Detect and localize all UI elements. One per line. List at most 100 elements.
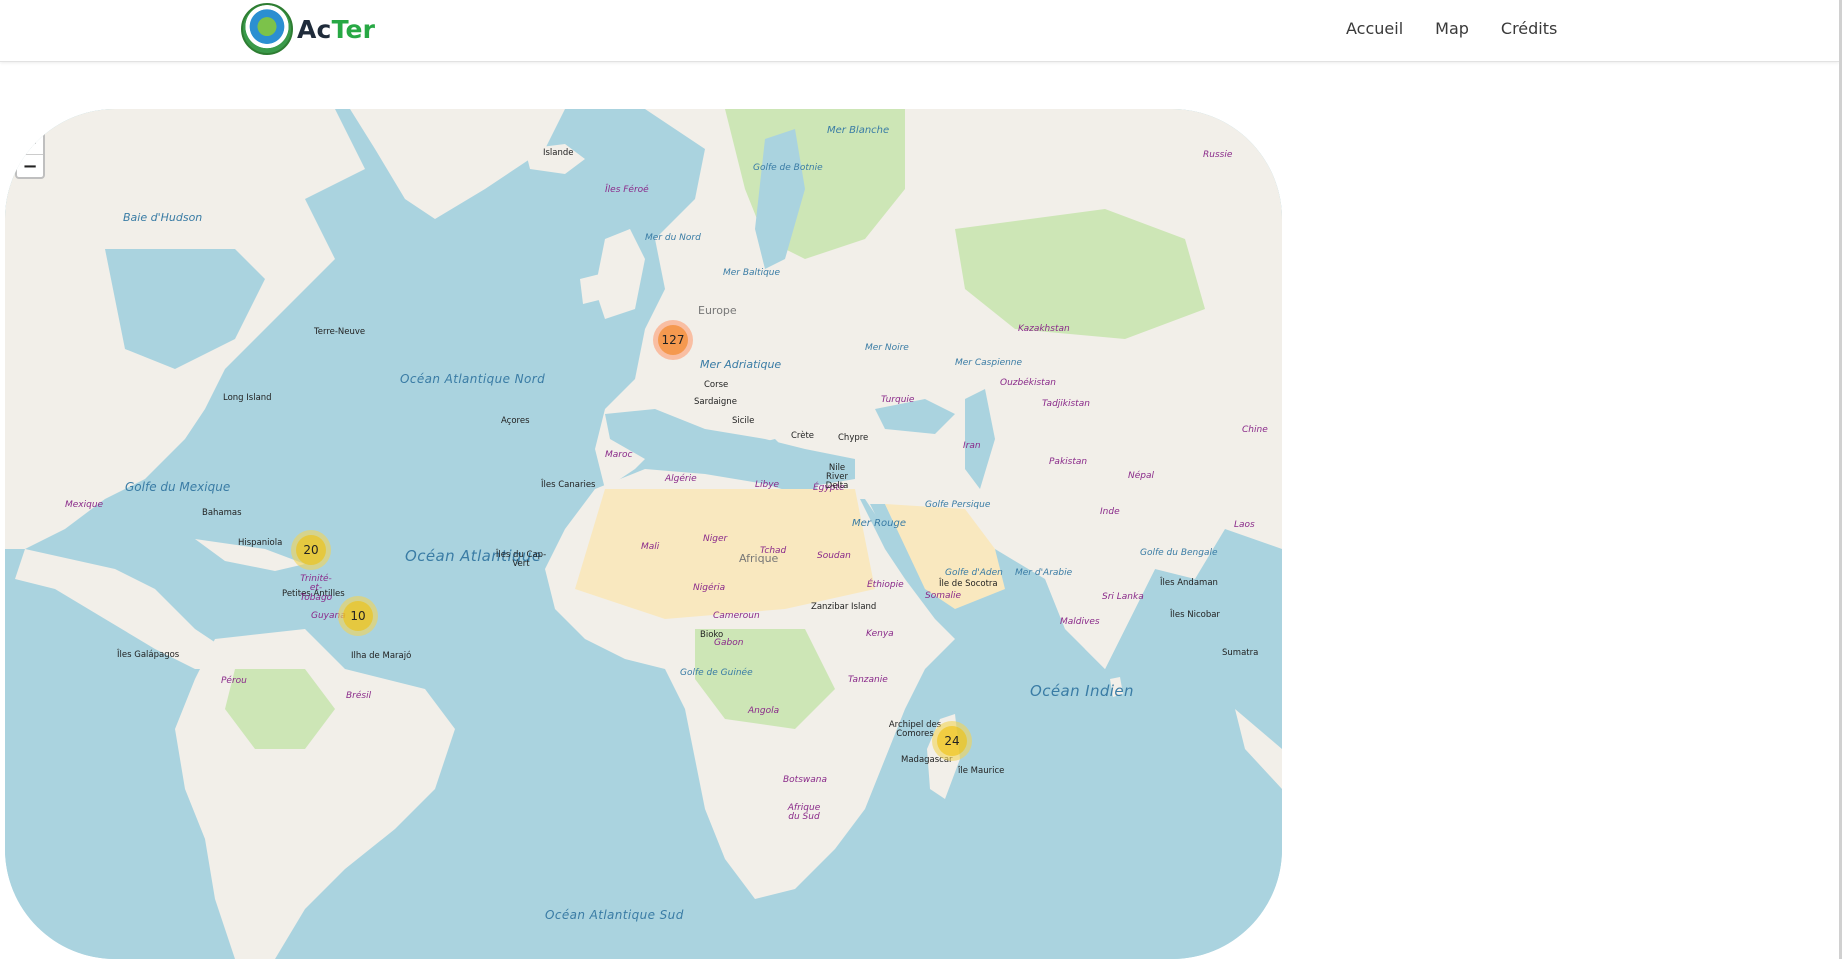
label-sicile: Sicile	[732, 416, 755, 426]
zoom-control: + −	[15, 129, 45, 179]
label-iles-cap-vert: Îles du Cap-Vert	[495, 550, 547, 569]
map-tiles	[5, 109, 1282, 959]
logo[interactable]: AcTer	[241, 1, 375, 57]
nav-credits[interactable]: Crédits	[1501, 19, 1557, 38]
label-mer-rouge: Mer Rouge	[852, 518, 906, 529]
label-corse: Corse	[704, 380, 729, 390]
label-sri-lanka: Sri Lanka	[1102, 592, 1144, 602]
label-golfe-botnie: Golfe de Botnie	[753, 163, 823, 173]
cluster-count: 10	[343, 601, 373, 631]
label-trinite: Trinité-et-Tobago	[299, 574, 333, 603]
brand-name: AcTer	[297, 15, 375, 44]
label-mer-caspienne: Mer Caspienne	[955, 358, 1023, 368]
brand-part-ter: Ter	[331, 14, 376, 44]
label-ocean-atlantique-nord: Océan Atlantique Nord	[400, 372, 546, 386]
label-laos: Laos	[1234, 520, 1255, 530]
label-maldives: Maldives	[1060, 617, 1100, 627]
label-tadjikistan: Tadjikistan	[1042, 399, 1090, 409]
label-kenya: Kenya	[866, 629, 894, 639]
label-islande: Islande	[543, 148, 574, 158]
cluster-count: 20	[296, 535, 326, 565]
label-algerie: Algérie	[665, 474, 697, 484]
label-mexique: Mexique	[65, 500, 104, 510]
label-angola: Angola	[748, 706, 780, 716]
label-bresil: Brésil	[346, 691, 372, 701]
label-golfe-aden: Golfe d'Aden	[945, 568, 1003, 578]
cluster-marker-caribbean[interactable]: 20	[291, 530, 331, 570]
label-somalie: Somalie	[925, 591, 962, 601]
label-russie: Russie	[1203, 150, 1233, 160]
label-mer-adriatique: Mer Adriatique	[700, 358, 782, 371]
label-bahamas: Bahamas	[202, 508, 242, 518]
label-iles-galapagos: Îles Galápagos	[117, 650, 180, 660]
label-golfe-persique: Golfe Persique	[925, 500, 991, 510]
label-iles-andaman: Îles Andaman	[1160, 578, 1218, 588]
label-cameroun: Cameroun	[713, 611, 760, 621]
label-tanzanie: Tanzanie	[848, 675, 888, 685]
label-maroc: Maroc	[605, 450, 633, 460]
brand-part-ac: Ac	[297, 14, 332, 44]
nav-links: Accueil Map Crédits	[1346, 19, 1557, 38]
logo-emblem-icon	[241, 3, 293, 55]
label-mer-blanche: Mer Blanche	[827, 125, 890, 136]
label-nile-delta: Nile River Delta	[825, 463, 849, 491]
label-iran: Iran	[963, 441, 981, 451]
label-chypre: Chypre	[838, 433, 869, 443]
label-ile-maurice: île Maurice	[958, 766, 1005, 776]
zoom-in-button[interactable]: +	[17, 131, 43, 154]
label-sardaigne: Sardaigne	[694, 397, 737, 407]
label-mer-noire: Mer Noire	[865, 343, 909, 353]
label-ethiopie: Éthiopie	[867, 580, 904, 590]
label-terre-neuve: Terre-Neuve	[314, 327, 366, 337]
label-turquie: Turquie	[881, 395, 915, 405]
label-pakistan: Pakistan	[1049, 457, 1088, 467]
label-iles-nicobar: Îles Nicobar	[1170, 610, 1220, 620]
label-botswana: Botswana	[783, 775, 827, 785]
label-ocean-atlantique-sud: Océan Atlantique Sud	[545, 908, 684, 922]
label-hispaniola: Hispaniola	[238, 538, 283, 548]
label-iles-feroe: Îles Féroé	[605, 185, 649, 195]
cluster-count: 127	[658, 325, 688, 355]
label-sumatra: Sumatra	[1222, 648, 1259, 658]
label-perou: Pérou	[221, 676, 247, 686]
cluster-marker-reunion[interactable]: 24	[932, 721, 972, 761]
nav-map[interactable]: Map	[1435, 19, 1469, 38]
label-ouzbekistan: Ouzbékistan	[1000, 378, 1056, 388]
label-crete: Crète	[791, 431, 815, 441]
label-acores: Açores	[501, 416, 530, 426]
world-map[interactable]: Océan Atlantique Nord Océan Atlantique O…	[5, 109, 1282, 959]
label-golfe-mexique: Golfe du Mexique	[125, 480, 231, 494]
label-mer-nord: Mer du Nord	[645, 233, 701, 243]
label-nigeria: Nigéria	[693, 583, 726, 593]
label-iles-canaries: Îles Canaries	[541, 480, 596, 490]
navbar: AcTer Accueil Map Crédits	[0, 0, 1839, 62]
label-mali: Mali	[641, 542, 660, 552]
label-socotra: Île de Socotra	[939, 579, 998, 589]
zoom-out-button[interactable]: −	[17, 154, 43, 178]
label-bioko: Bioko	[700, 630, 724, 640]
label-soudan: Soudan	[817, 551, 851, 561]
nav-accueil[interactable]: Accueil	[1346, 19, 1403, 38]
label-afrique-sud: Afrique du Sud	[787, 803, 821, 823]
label-ocean-indien: Océan Indien	[1030, 682, 1134, 700]
label-ilha-marajo: Ilha de Marajó	[351, 651, 412, 661]
label-inde: Inde	[1100, 507, 1120, 517]
label-europe: Europe	[698, 304, 737, 317]
label-gabon: Gabon	[714, 638, 744, 648]
label-mer-baltique: Mer Baltique	[723, 268, 781, 278]
cluster-marker-guyana[interactable]: 10	[338, 596, 378, 636]
label-mer-arabie: Mer d'Arabie	[1015, 568, 1073, 578]
label-baie-hudson: Baie d'Hudson	[123, 211, 203, 224]
label-libye: Libye	[755, 480, 780, 490]
label-zanzibar: Zanzibar Island	[811, 602, 877, 612]
label-chine: Chine	[1242, 425, 1268, 435]
label-kazakhstan: Kazakhstan	[1018, 324, 1070, 334]
label-golfe-bengale: Golfe du Bengale	[1140, 548, 1218, 558]
label-long-island: Long Island	[223, 393, 272, 403]
label-tchad: Tchad	[760, 546, 787, 556]
cluster-count: 24	[937, 726, 967, 756]
cluster-marker-europe[interactable]: 127	[653, 320, 693, 360]
label-niger: Niger	[703, 534, 728, 544]
label-nepal: Népal	[1128, 471, 1154, 481]
label-golfe-guinee: Golfe de Guinée	[680, 668, 753, 678]
